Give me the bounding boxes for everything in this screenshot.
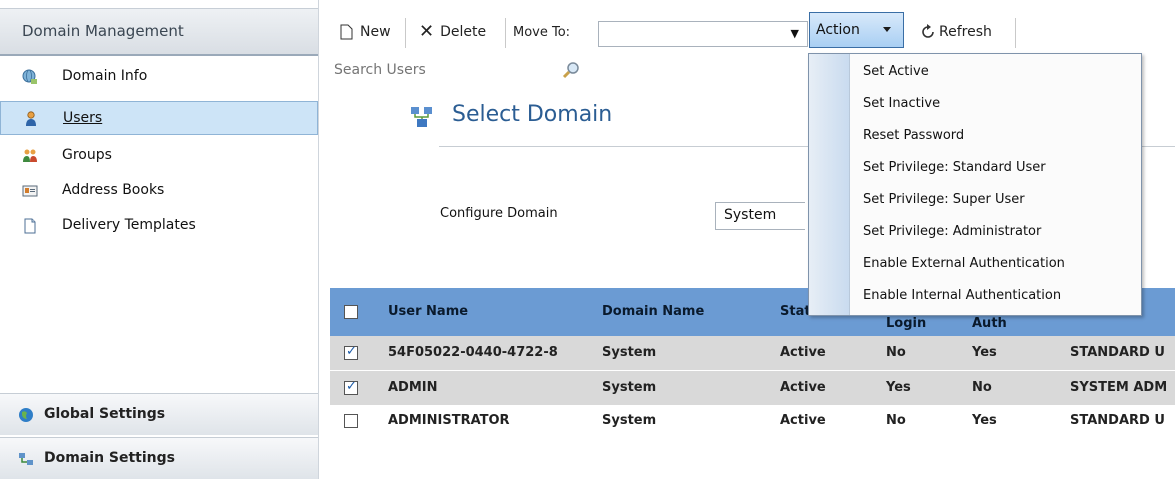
cell-domain: System	[602, 345, 657, 360]
cell-auth: No	[972, 380, 992, 395]
menu-item-set-inactive[interactable]: Set Inactive	[849, 90, 1141, 122]
cell-status: Active	[780, 413, 826, 428]
menu-item-reset-password[interactable]: Reset Password	[849, 122, 1141, 154]
sidebar-item-label: Groups	[62, 147, 112, 163]
row-checkbox[interactable]	[344, 344, 358, 360]
menu-item-label: Set Inactive	[863, 96, 941, 111]
sidebar-item-label: Delivery Templates	[62, 217, 196, 233]
sidebar-item-label: Address Books	[62, 182, 165, 198]
move-to-select[interactable]: ▼	[598, 21, 808, 47]
chevron-down-icon	[883, 27, 891, 32]
cell-login: No	[886, 345, 906, 360]
menu-item-privilege-standard[interactable]: Set Privilege: Standard User	[849, 154, 1141, 186]
cell-login: Yes	[886, 380, 911, 395]
refresh-icon	[922, 24, 934, 38]
globe-icon	[19, 408, 33, 422]
cell-status: Active	[780, 345, 826, 360]
cell-user-name: 54F05022-0440-4722-8	[388, 345, 558, 360]
domain-network-icon	[19, 453, 33, 465]
table-row[interactable]: ADMINISTRATOR System Active No Yes STAND…	[330, 404, 1175, 438]
cell-privilege: STANDARD U	[1070, 413, 1165, 428]
refresh-button[interactable]: Refresh	[919, 18, 992, 46]
move-to-label: Move To:	[513, 24, 571, 40]
menu-item-privilege-super[interactable]: Set Privilege: Super User	[849, 186, 1141, 218]
menu-item-label: Set Privilege: Standard User	[863, 160, 1046, 175]
network-domain-icon	[411, 107, 432, 127]
cell-user-name: ADMINISTRATOR	[388, 413, 510, 428]
row-checkbox[interactable]	[344, 379, 358, 395]
refresh-button-label: Refresh	[939, 24, 992, 40]
cell-domain: System	[602, 413, 657, 428]
col-status[interactable]: Stat	[780, 304, 811, 319]
sidebar: Domain Management Domain Info Users Grou…	[0, 0, 319, 479]
sidebar-header-title: Domain Management	[22, 22, 184, 40]
row-checkbox[interactable]	[344, 414, 358, 428]
search-bar	[330, 58, 590, 84]
col-auth[interactable]: Auth	[972, 316, 1007, 331]
sidebar-item-domain-info[interactable]: Domain Info	[0, 60, 318, 94]
sidebar-footer-label: Domain Settings	[44, 450, 175, 466]
sidebar-header: Domain Management	[0, 8, 318, 56]
sidebar-footer-label: Global Settings	[44, 406, 166, 422]
search-input[interactable]	[330, 58, 568, 82]
new-button[interactable]: New	[340, 18, 391, 46]
search-icon[interactable]	[562, 60, 582, 80]
page-title: Select Domain	[452, 102, 613, 127]
menu-item-internal-auth[interactable]: Enable Internal Authentication	[849, 282, 1141, 314]
menu-item-label: Reset Password	[863, 128, 965, 143]
delete-x-icon: ✕	[419, 21, 435, 42]
configure-domain-label: Configure Domain	[440, 206, 558, 221]
delete-button-label: Delete	[440, 24, 487, 40]
new-button-label: New	[360, 24, 391, 40]
select-all-checkbox[interactable]	[344, 305, 358, 319]
menu-gutter	[809, 54, 850, 315]
cell-login: No	[886, 413, 906, 428]
sidebar-item-groups[interactable]: Groups	[0, 139, 318, 173]
sidebar-item-address-books[interactable]: Address Books	[0, 174, 318, 208]
cell-status: Active	[780, 380, 826, 395]
action-button-label: Action	[816, 22, 860, 38]
delete-button[interactable]: ✕ Delete	[419, 18, 486, 46]
dropdown-arrow-icon: ▼	[790, 27, 799, 40]
action-dropdown-menu: Set Active Set Inactive Reset Password S…	[808, 53, 1142, 316]
table-row[interactable]: 54F05022-0440-4722-8 System Active No Ye…	[330, 336, 1175, 370]
menu-item-label: Set Privilege: Administrator	[863, 224, 1042, 239]
sidebar-global-settings[interactable]: Global Settings	[0, 393, 318, 435]
cell-auth: Yes	[972, 413, 997, 428]
document-icon	[24, 218, 36, 234]
address-card-icon	[22, 185, 38, 197]
cell-domain: System	[602, 380, 657, 395]
table-row[interactable]: ADMIN System Active Yes No SYSTEM ADM	[330, 370, 1175, 405]
sidebar-item-delivery-templates[interactable]: Delivery Templates	[0, 209, 318, 243]
sidebar-item-label: Users	[63, 110, 103, 126]
col-user-name[interactable]: User Name	[388, 304, 468, 319]
new-document-icon	[340, 24, 353, 40]
group-icon	[23, 149, 37, 162]
menu-item-label: Enable External Authentication	[863, 256, 1065, 271]
sidebar-item-users[interactable]: Users	[0, 101, 318, 135]
col-domain-name[interactable]: Domain Name	[602, 304, 704, 319]
toolbar-divider	[505, 18, 506, 48]
globe-network-icon	[22, 69, 37, 84]
toolbar-divider	[1015, 18, 1016, 48]
toolbar-divider	[405, 18, 406, 48]
toolbar: New ✕ Delete Move To: ▼ Action Refresh	[325, 10, 1175, 54]
menu-item-label: Set Active	[863, 64, 929, 79]
cell-privilege: STANDARD U	[1070, 345, 1165, 360]
menu-item-label: Enable Internal Authentication	[863, 288, 1062, 303]
col-login[interactable]: Login	[886, 316, 926, 331]
cell-auth: Yes	[972, 345, 997, 360]
menu-item-external-auth[interactable]: Enable External Authentication	[849, 250, 1141, 282]
menu-item-label: Set Privilege: Super User	[863, 192, 1025, 207]
cell-privilege: SYSTEM ADM	[1070, 380, 1168, 395]
user-icon	[26, 111, 36, 126]
action-button[interactable]: Action	[809, 12, 904, 48]
menu-item-set-active[interactable]: Set Active	[849, 58, 1141, 90]
menu-item-privilege-admin[interactable]: Set Privilege: Administrator	[849, 218, 1141, 250]
sidebar-item-label: Domain Info	[62, 68, 148, 84]
domain-select[interactable]: System	[715, 202, 805, 230]
sidebar-domain-settings[interactable]: Domain Settings	[0, 437, 318, 479]
cell-user-name: ADMIN	[388, 380, 438, 395]
